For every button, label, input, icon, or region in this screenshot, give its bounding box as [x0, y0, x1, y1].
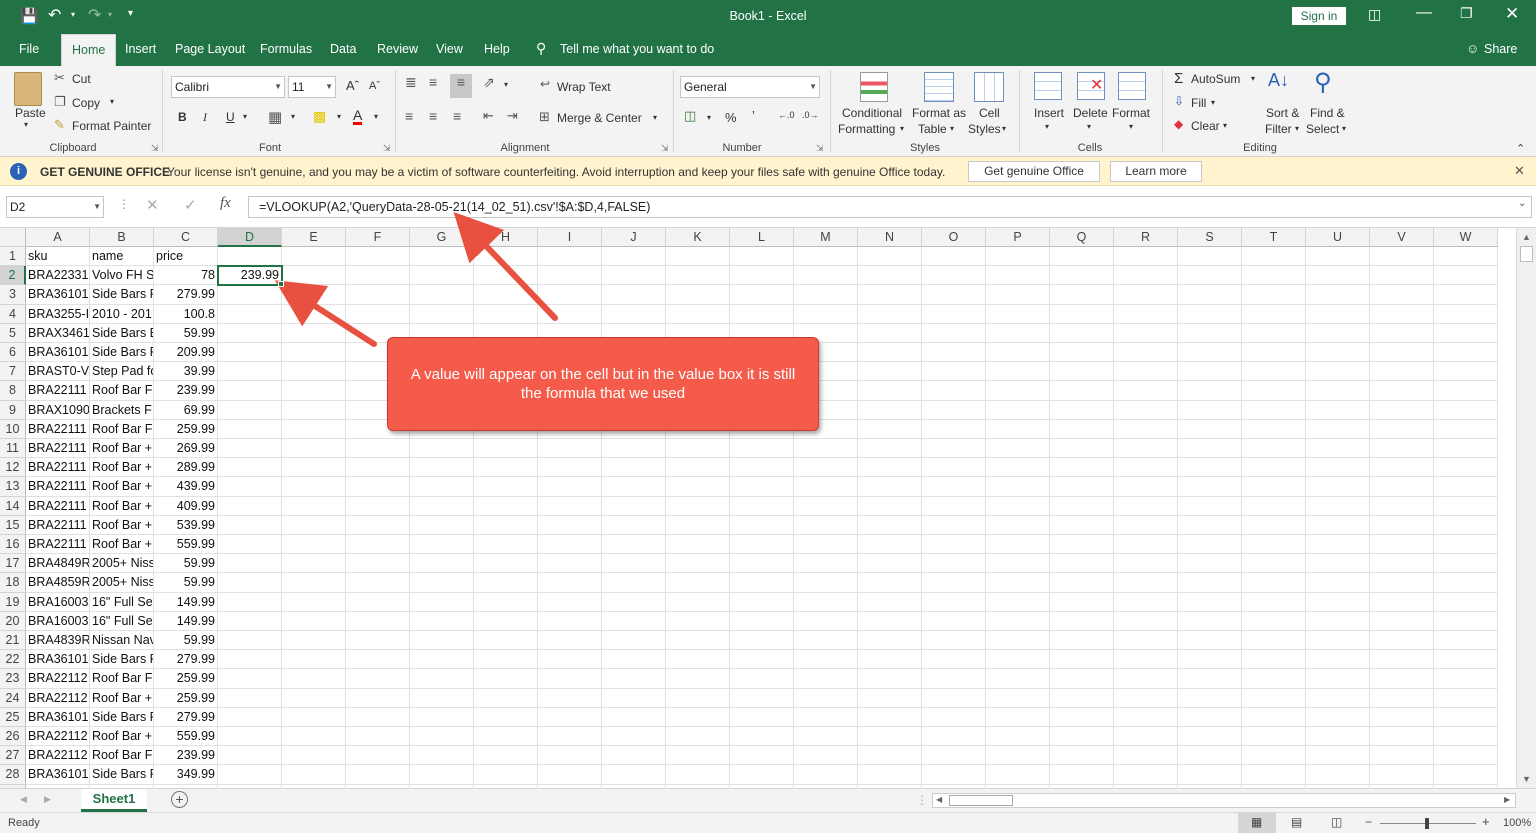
fill-handle[interactable] — [278, 281, 284, 288]
selected-cell-d2[interactable]: 239.99 — [217, 265, 283, 287]
arrow-to-cell-d2 — [274, 280, 377, 347]
arrow-to-formula-bar — [453, 211, 558, 321]
annotation-arrows — [274, 211, 558, 347]
